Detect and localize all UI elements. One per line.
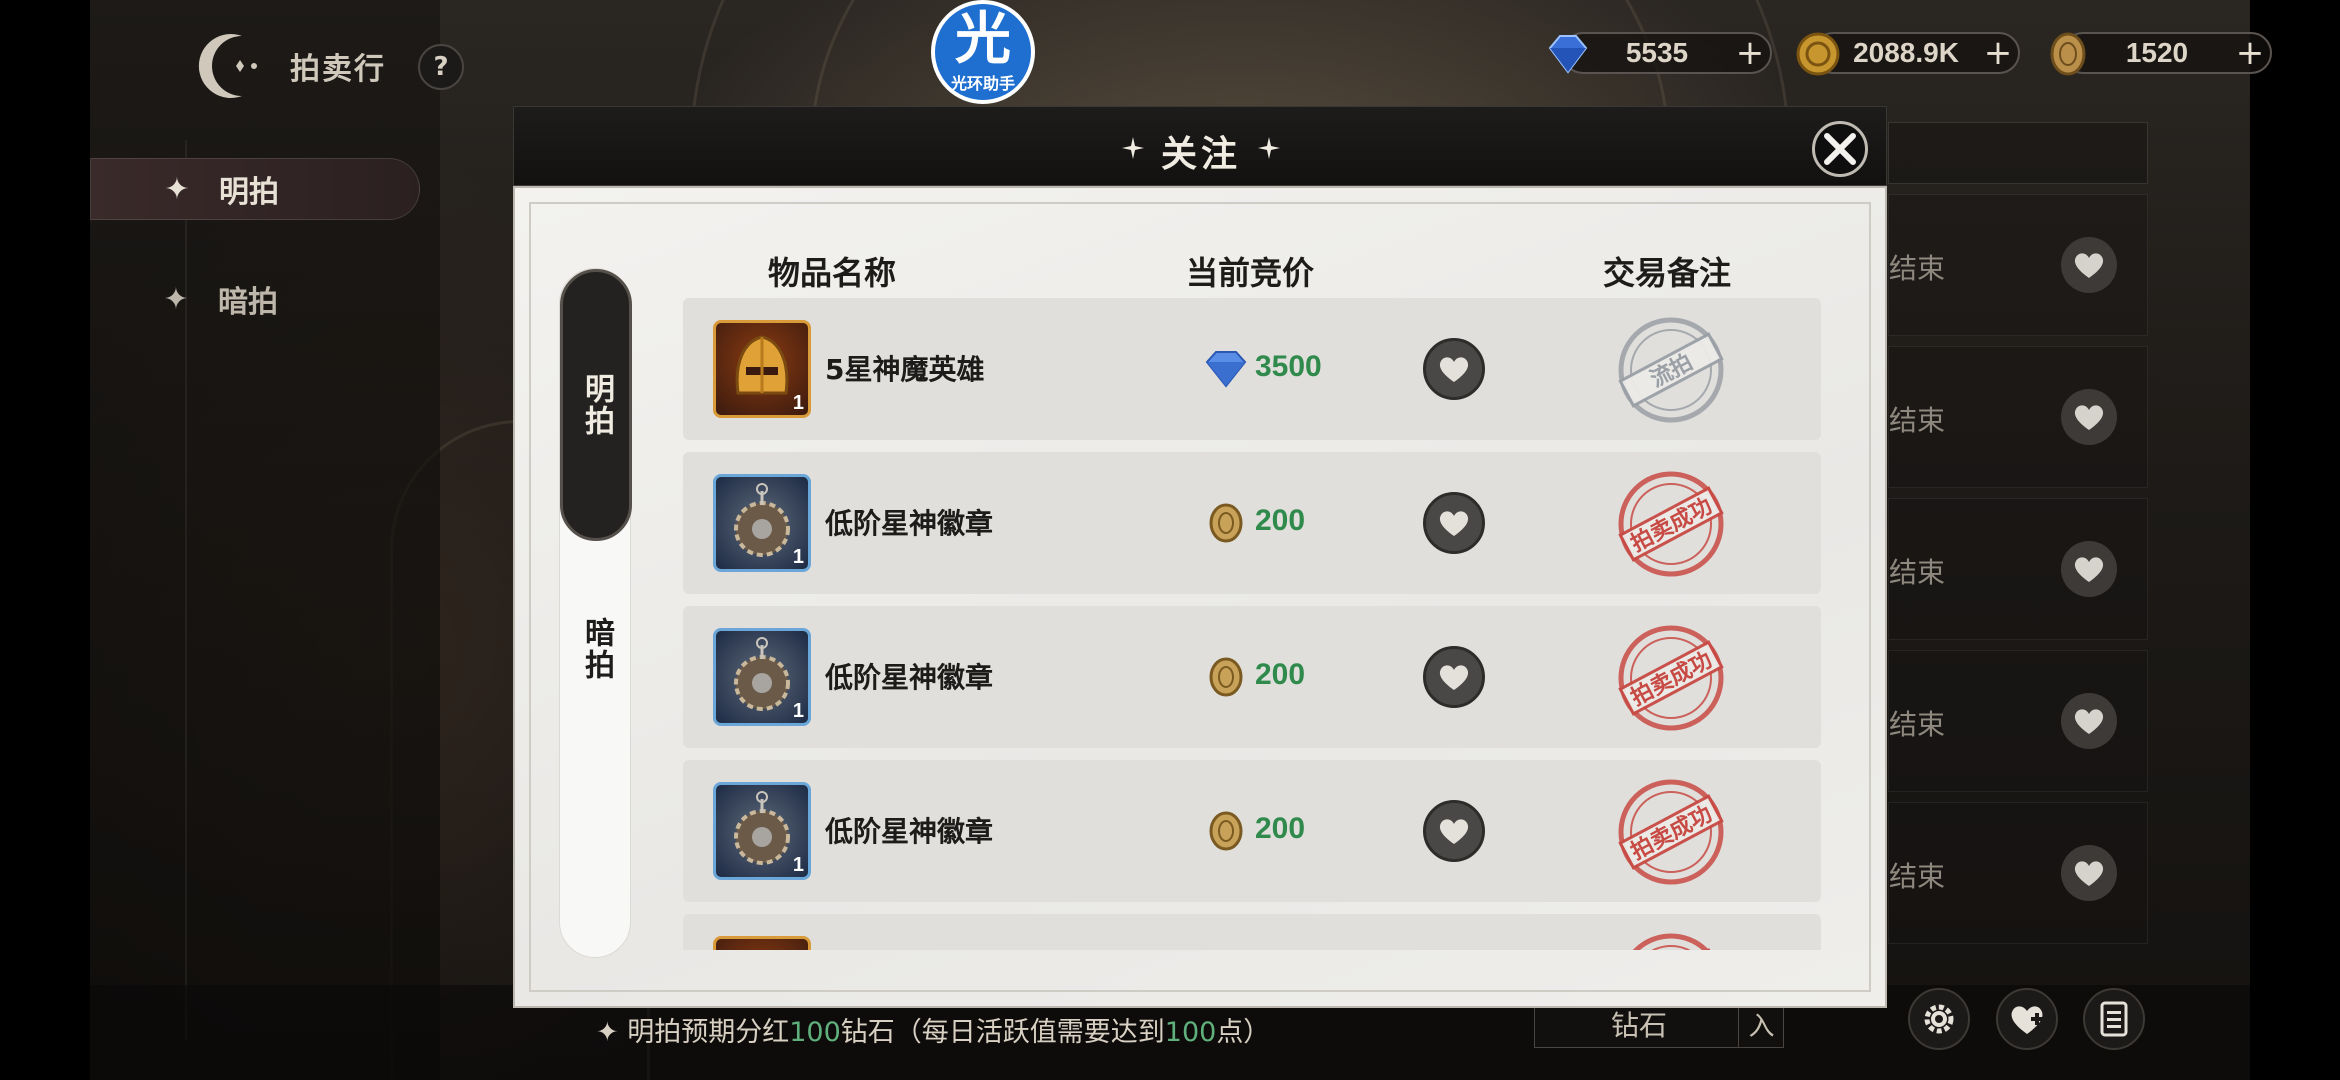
settings-button[interactable] (1908, 988, 1970, 1050)
add-gold-button[interactable]: + (1978, 36, 2018, 70)
background-list-row: 结束 (1888, 194, 2148, 336)
column-header-trade-note: 交易备注 (1603, 254, 1732, 292)
item-name: 低阶星神徽章 (825, 661, 994, 694)
row-status: 结束 (1889, 404, 1946, 437)
unfollow-heart-button[interactable] (1423, 646, 1485, 708)
sold-stamp: 拍卖成功 (1618, 471, 1724, 577)
item-name: 低阶星神徽章 (825, 507, 994, 540)
table-row[interactable]: 1 低阶星神徽章 200 拍卖成功 (683, 606, 1821, 748)
sidebar-item-open-auction[interactable]: ✦ 明拍 (90, 158, 420, 220)
modal-title: 关注 (1160, 134, 1241, 175)
heart-icon (1439, 665, 1469, 690)
watchlist-modal: 关注 明拍 暗拍 物品名称 当前竞价 交易备注 1 5星神魔英雄 3500 流拍 1 低阶… (513, 106, 1887, 1008)
bronze-coin-icon (1209, 657, 1243, 697)
page-title: 拍卖行 (290, 52, 386, 87)
sparkle-icon: ✦ (163, 281, 189, 317)
currency-diamond: 5535 + (1548, 32, 1772, 74)
watermark-logo: 光 光环助手 (928, 0, 1038, 110)
sparkle-icon: ✦ (164, 171, 190, 207)
badge-thumbnail: 1 (713, 474, 811, 572)
unsold-stamp: 流拍 (1618, 317, 1724, 423)
item-count: 1 (792, 392, 804, 414)
table-row[interactable]: 1 低阶星神徽章 200 拍卖成功 (683, 452, 1821, 594)
current-bid-value: 3500 (1255, 350, 1322, 383)
bronze-coin-icon (1209, 503, 1243, 543)
unfollow-heart-button[interactable] (1423, 492, 1485, 554)
heart-plus-icon (2011, 1006, 2043, 1034)
modal-body: 明拍 暗拍 物品名称 当前竞价 交易备注 1 5星神魔英雄 3500 流拍 1 低阶星神徽… (513, 186, 1887, 1008)
background-list-row: 结束 (1888, 498, 2148, 640)
heart-icon[interactable] (2061, 845, 2117, 901)
table-row[interactable]: 1 5星神魔英雄 3500 流拍 (683, 298, 1821, 440)
hero-helmet-thumbnail: 1 (713, 320, 811, 418)
diamond-icon (1205, 351, 1247, 388)
item-count: 1 (792, 854, 804, 876)
document-icon (2100, 1001, 2128, 1037)
badge-thumbnail: 1 (713, 628, 811, 726)
row-status: 结束 (1889, 556, 1946, 589)
sparkle-icon (1258, 137, 1280, 159)
item-name: 低阶星神徽章 (825, 815, 994, 848)
add-coin-button[interactable]: + (2230, 36, 2270, 70)
gear-icon (1924, 1004, 1954, 1034)
item-count: 1 (792, 700, 804, 722)
row-status: 结束 (1889, 860, 1946, 893)
close-icon (1824, 133, 1856, 165)
heart-icon[interactable] (2061, 389, 2117, 445)
watchlist-table: 1 5星神魔英雄 3500 流拍 1 低阶星神徽章 200 拍卖成功 1 低阶星神徽章 200 拍卖成… (683, 298, 1821, 950)
item-name: 5星神魔英雄 (825, 353, 985, 386)
tab-open-auction[interactable]: 明拍 (560, 269, 632, 541)
heart-icon[interactable] (2061, 693, 2117, 749)
sidebar-item-label: 明拍 (219, 175, 279, 210)
tab-sealed-auction[interactable]: 暗拍 (560, 559, 632, 739)
row-status: 结束 (1889, 708, 1946, 741)
sidebar-item-sealed-auction[interactable]: ✦ 暗拍 (90, 268, 420, 330)
row-status: 结束 (1889, 252, 1946, 285)
background-list-header (1888, 122, 2148, 184)
current-bid-value: 200 (1255, 504, 1306, 537)
heart-icon[interactable] (2061, 541, 2117, 597)
dividend-tip: ✦ 明拍预期分红100钻石（每日活跃值需要达到100点） (596, 1017, 1271, 1048)
badge-thumbnail: 1 (713, 782, 811, 880)
sold-stamp (1618, 933, 1724, 950)
moon-logo-icon (198, 34, 257, 98)
sold-stamp: 拍卖成功 (1618, 779, 1724, 885)
background-list-row: 结束 (1888, 802, 2148, 944)
table-row[interactable]: 1 低阶星神徽章 200 拍卖成功 (683, 760, 1821, 902)
hero-helmet-thumbnail (713, 936, 811, 950)
sidebar-item-label: 暗拍 (218, 285, 278, 320)
favorites-button[interactable] (1996, 988, 2058, 1050)
current-bid-value: 200 (1255, 812, 1306, 845)
unfollow-heart-button[interactable] (1423, 338, 1485, 400)
current-bid-value: 200 (1255, 658, 1306, 691)
background-list-row: 结束 (1888, 650, 2148, 792)
background-list-row: 结束 (1888, 346, 2148, 488)
item-count: 1 (792, 546, 804, 568)
modal-header: 关注 (513, 106, 1887, 186)
table-row[interactable] (683, 914, 1821, 950)
modal-side-tabs: 明拍 暗拍 (559, 268, 632, 958)
column-header-current-bid: 当前竞价 (1186, 254, 1315, 292)
column-header-item-name: 物品名称 (768, 254, 897, 292)
bronze-coin-icon (1209, 811, 1243, 851)
diamond-icon (1548, 35, 1588, 74)
unfollow-heart-button[interactable] (1423, 800, 1485, 862)
close-button[interactable] (1812, 121, 1868, 177)
sold-stamp: 拍卖成功 (1618, 625, 1724, 731)
add-diamond-button[interactable]: + (1730, 36, 1770, 70)
bronze-coin-icon (2050, 32, 2086, 76)
records-button[interactable] (2083, 988, 2145, 1050)
heart-icon[interactable] (2061, 237, 2117, 293)
heart-icon (1439, 511, 1469, 536)
currency-coin: 1520 + (2050, 32, 2272, 76)
help-button[interactable]: ? (418, 44, 464, 90)
heart-icon (1439, 819, 1469, 844)
currency-gold: 2088.9K + (1796, 32, 2020, 76)
heart-icon (1439, 357, 1469, 382)
gold-coin-icon (1796, 32, 1840, 76)
